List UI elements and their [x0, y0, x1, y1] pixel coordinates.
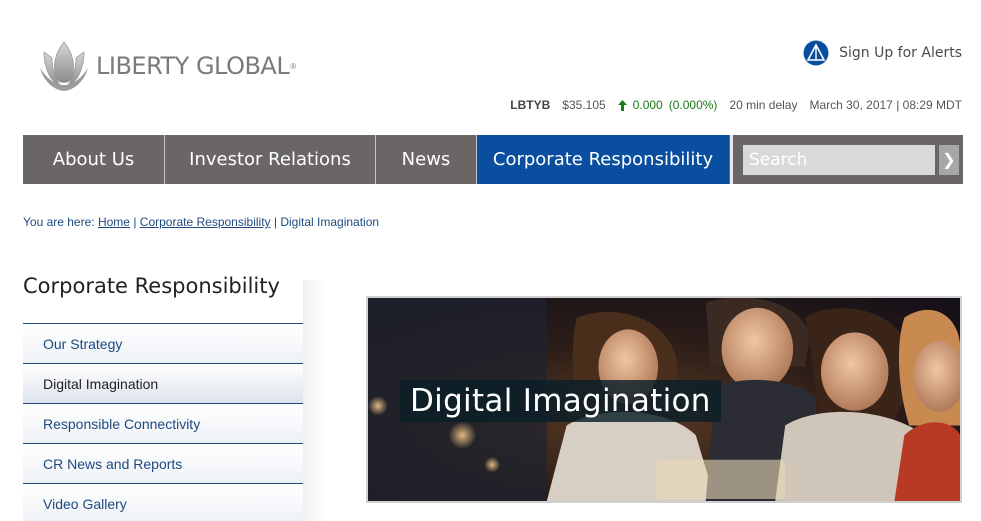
breadcrumb: You are here: Home | Corporate Responsib… — [23, 215, 379, 229]
search-submit-button[interactable]: ❯ — [939, 144, 959, 175]
sidebar-title: Corporate Responsibility — [23, 274, 280, 298]
brand-name: LIBERTY GLOBAL — [96, 52, 290, 80]
breadcrumb-separator: | — [273, 215, 277, 229]
alerts-label: Sign Up for Alerts — [839, 45, 962, 61]
alert-bell-icon — [803, 40, 829, 66]
sidebar-item-cr-news-reports[interactable]: CR News and Reports — [23, 444, 303, 484]
ticker-price: $35.105 — [562, 98, 606, 112]
liberty-global-logo[interactable]: LIBERTY GLOBAL ® — [38, 38, 296, 94]
chevron-right-icon: ❯ — [942, 151, 956, 169]
ticker-change: 0.000 (0.000%) — [617, 98, 718, 112]
hero-caption: Digital Imagination — [400, 380, 721, 422]
ticker-change-pct: (0.000%) — [668, 98, 718, 112]
hero-banner: Digital Imagination — [366, 296, 962, 503]
sidebar-shadow — [303, 280, 325, 521]
main-nav: About Us Investor Relations News Corpora… — [23, 135, 963, 184]
ticker-delay: 20 min delay — [729, 98, 798, 112]
sidebar-item-responsible-connectivity[interactable]: Responsible Connectivity — [23, 404, 303, 444]
nav-corporate-responsibility[interactable]: Corporate Responsibility — [477, 135, 730, 184]
sidebar-item-video-gallery[interactable]: Video Gallery — [23, 484, 303, 521]
ticker-datetime: March 30, 2017 | 08:29 MDT — [809, 98, 962, 112]
tulip-logo-icon — [40, 41, 88, 91]
nav-news[interactable]: News — [376, 135, 477, 184]
nav-investor-relations[interactable]: Investor Relations — [165, 135, 376, 184]
breadcrumb-prefix: You are here: — [23, 215, 95, 229]
nav-about-us[interactable]: About Us — [23, 135, 165, 184]
search-input[interactable] — [743, 144, 935, 175]
up-arrow-icon — [617, 99, 627, 111]
stock-ticker: LBTYB $35.105 0.000 (0.000%) 20 min dela… — [510, 98, 962, 112]
ticker-change-value: 0.000 — [632, 98, 663, 112]
sidebar-item-digital-imagination[interactable]: Digital Imagination — [23, 364, 303, 404]
search-box: ❯ — [730, 135, 963, 184]
breadcrumb-home-link[interactable]: Home — [98, 215, 130, 229]
breadcrumb-current: Digital Imagination — [280, 215, 380, 229]
breadcrumb-separator: | — [133, 215, 137, 229]
registered-mark: ® — [290, 61, 297, 71]
breadcrumb-section-link[interactable]: Corporate Responsibility — [140, 215, 271, 229]
sidebar-menu: Our Strategy Digital Imagination Respons… — [23, 323, 303, 521]
sidebar-item-our-strategy[interactable]: Our Strategy — [23, 324, 303, 364]
sign-up-alerts-link[interactable]: Sign Up for Alerts — [803, 40, 962, 66]
ticker-symbol: LBTYB — [510, 98, 551, 112]
